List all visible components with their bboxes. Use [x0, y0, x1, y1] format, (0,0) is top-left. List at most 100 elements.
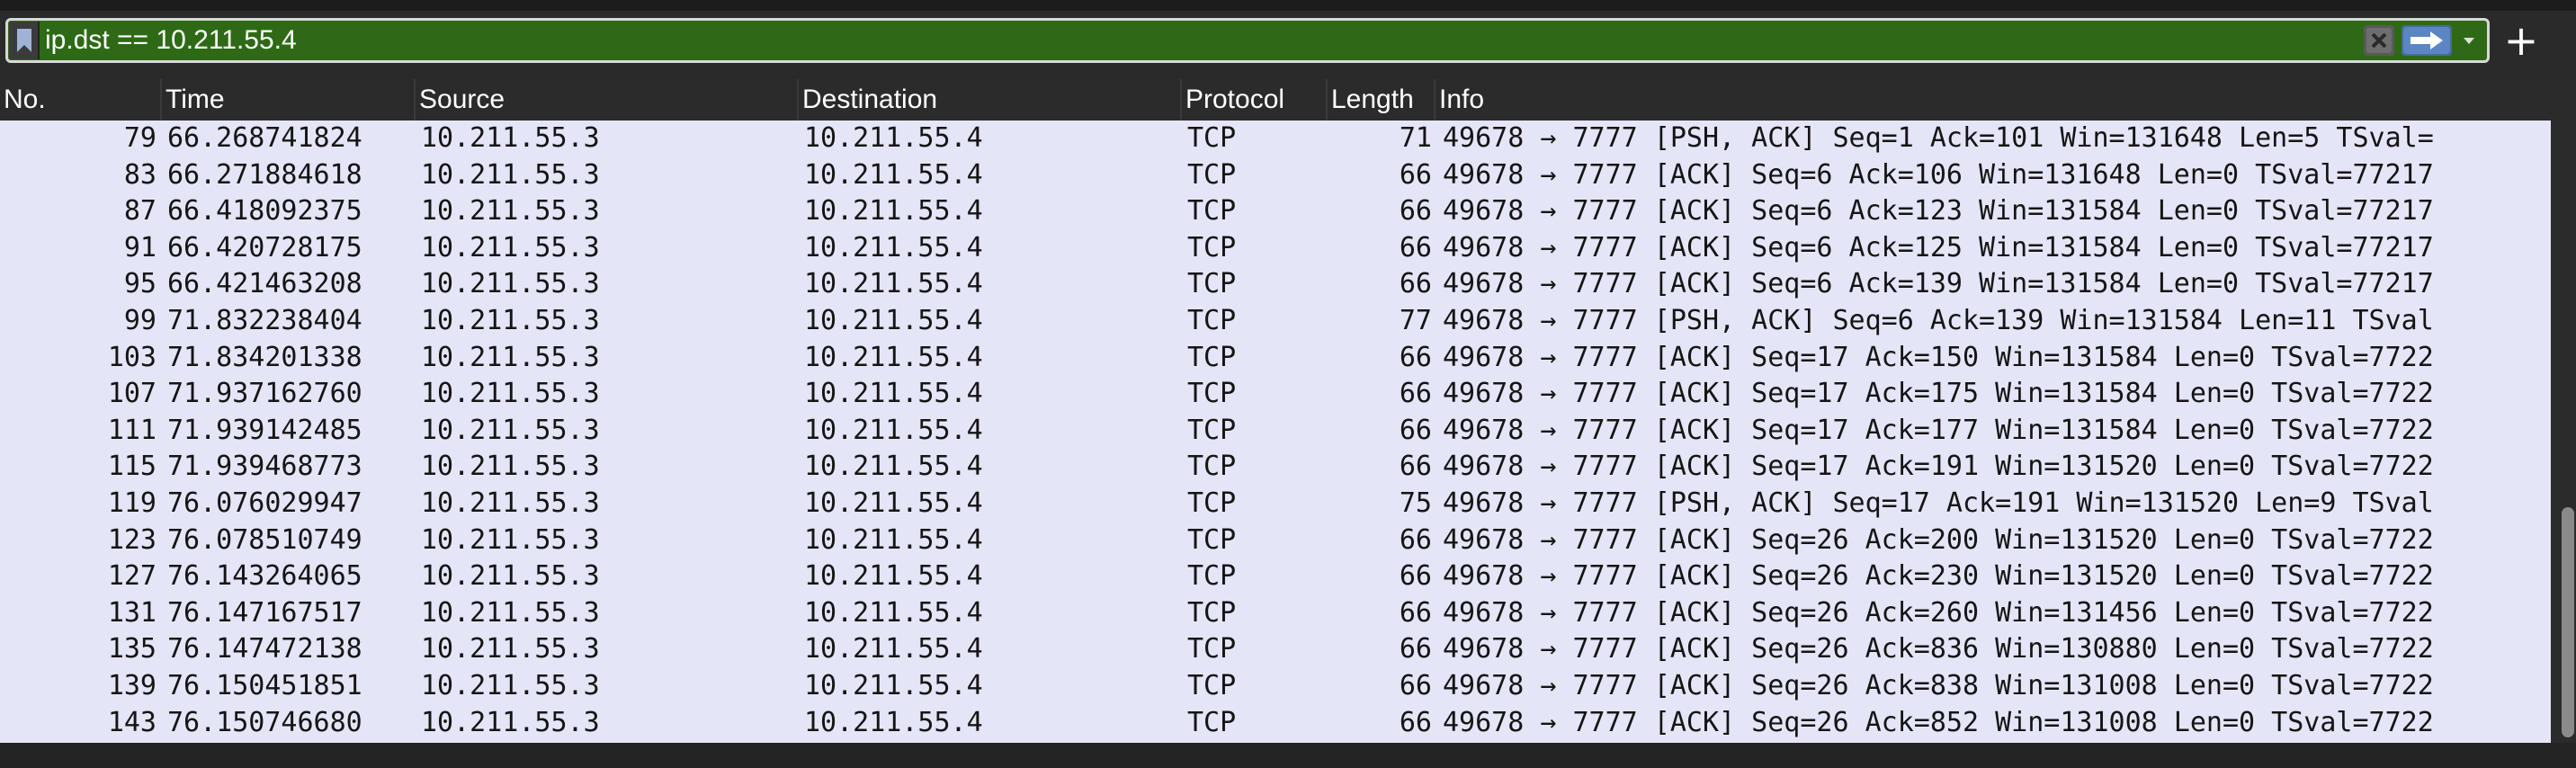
packet-row[interactable]: 135 76.147472138 10.211.55.3 10.211.55.4 TCP…: [0, 631, 2551, 668]
cell-destination: 10.211.55.4: [804, 231, 983, 263]
packet-row[interactable]: 103 71.834201338 10.211.55.3 10.211.55.4 TCP…: [0, 340, 2551, 377]
cell-protocol: TCP: [1187, 195, 1237, 228]
cell-time: 71.834201338: [167, 341, 362, 373]
packet-row[interactable]: 123 76.078510749 10.211.55.3 10.211.55.4 TCP…: [0, 522, 2551, 559]
add-filter-button[interactable]: +: [2499, 18, 2544, 63]
cell-source: 10.211.55.3: [421, 596, 600, 629]
packet-row[interactable]: 79 66.268741824 10.211.55.3 10.211.55.4 TCP 7…: [0, 121, 2551, 157]
cell-destination: 10.211.55.4: [804, 341, 983, 373]
cell-no: 115: [107, 451, 157, 483]
cell-protocol: TCP: [1187, 596, 1237, 629]
cell-source: 10.211.55.3: [421, 414, 600, 446]
cell-destination: 10.211.55.4: [804, 414, 983, 446]
cell-protocol: TCP: [1187, 451, 1237, 483]
cell-source: 10.211.55.3: [421, 158, 600, 191]
packet-row[interactable]: 95 66.421463208 10.211.55.3 10.211.55.4 TCP 6…: [0, 266, 2551, 303]
cell-source: 10.211.55.3: [421, 706, 600, 738]
cell-length: 66: [1399, 231, 1432, 263]
cell-time: 66.268741824: [167, 122, 362, 154]
cell-source: 10.211.55.3: [421, 231, 600, 263]
cell-length: 66: [1399, 523, 1432, 556]
cell-destination: 10.211.55.4: [804, 633, 983, 665]
cell-length: 77: [1399, 305, 1432, 336]
column-header-time[interactable]: Time: [162, 79, 416, 121]
column-header-protocol[interactable]: Protocol: [1182, 79, 1328, 121]
clear-filter-button[interactable]: [2364, 25, 2394, 56]
cell-protocol: TCP: [1187, 523, 1237, 556]
packet-row[interactable]: 115 71.939468773 10.211.55.3 10.211.55.4 TCP…: [0, 449, 2551, 486]
chevron-down-icon: [2464, 38, 2474, 44]
packet-row[interactable]: 99 71.832238404 10.211.55.3 10.211.55.4 TCP 7…: [0, 303, 2551, 340]
cell-protocol: TCP: [1187, 122, 1237, 154]
cell-length: 71: [1399, 122, 1432, 154]
cell-no: 103: [107, 341, 157, 373]
cell-protocol: TCP: [1187, 487, 1237, 519]
packet-row[interactable]: 143 76.150746680 10.211.55.3 10.211.55.4 TCP…: [0, 705, 2551, 742]
cell-time: 71.937162760: [167, 378, 362, 410]
cell-protocol: TCP: [1187, 231, 1237, 263]
cell-source: 10.211.55.3: [421, 268, 600, 300]
cell-length: 66: [1399, 706, 1432, 738]
cell-info: 49678 → 7777 [ACK] Seq=6 Ack=139 Win=131…: [1443, 268, 2434, 300]
cell-source: 10.211.55.3: [421, 487, 600, 519]
packet-row[interactable]: 131 76.147167517 10.211.55.3 10.211.55.4 TCP…: [0, 595, 2551, 632]
packet-list[interactable]: 79 66.268741824 10.211.55.3 10.211.55.4 TCP 7…: [0, 121, 2551, 743]
cell-protocol: TCP: [1187, 560, 1237, 593]
cell-protocol: TCP: [1187, 378, 1237, 410]
cell-destination: 10.211.55.4: [804, 195, 983, 228]
filter-history-dropdown[interactable]: [2455, 25, 2482, 56]
cell-no: 135: [107, 633, 157, 665]
packet-row[interactable]: 87 66.418092375 10.211.55.3 10.211.55.4 TCP 6…: [0, 193, 2551, 230]
cell-no: 111: [107, 414, 157, 446]
cell-info: 49678 → 7777 [PSH, ACK] Seq=6 Ack=139 Wi…: [1443, 305, 2434, 336]
packet-row[interactable]: 127 76.143264065 10.211.55.3 10.211.55.4 TCP…: [0, 558, 2551, 595]
cell-source: 10.211.55.3: [421, 378, 600, 410]
cell-no: 131: [107, 596, 157, 629]
cell-info: 49678 → 7777 [ACK] Seq=6 Ack=123 Win=131…: [1443, 195, 2434, 228]
cell-source: 10.211.55.3: [421, 633, 600, 665]
packet-list-header: No. Time Source Destination Protocol Len…: [0, 79, 2576, 121]
cell-source: 10.211.55.3: [421, 560, 600, 593]
packet-row[interactable]: 119 76.076029947 10.211.55.3 10.211.55.4 TCP…: [0, 486, 2551, 522]
cell-no: 123: [107, 523, 157, 556]
cell-no: 95: [123, 268, 157, 300]
cell-protocol: TCP: [1187, 414, 1237, 446]
cell-info: 49678 → 7777 [ACK] Seq=17 Ack=175 Win=13…: [1443, 378, 2434, 410]
cell-protocol: TCP: [1187, 633, 1237, 665]
cell-length: 66: [1399, 560, 1432, 593]
packet-row[interactable]: 91 66.420728175 10.211.55.3 10.211.55.4 TCP 6…: [0, 230, 2551, 267]
cell-length: 66: [1399, 341, 1432, 373]
column-header-source[interactable]: Source: [416, 79, 799, 121]
packet-row[interactable]: 111 71.939142485 10.211.55.3 10.211.55.4 TCP…: [0, 413, 2551, 450]
cell-length: 66: [1399, 670, 1432, 701]
packet-row[interactable]: 107 71.937162760 10.211.55.3 10.211.55.4 TCP…: [0, 376, 2551, 413]
cell-time: 66.418092375: [167, 195, 362, 228]
cell-info: 49678 → 7777 [ACK] Seq=17 Ack=177 Win=13…: [1443, 414, 2434, 446]
column-header-destination[interactable]: Destination: [799, 79, 1182, 121]
cell-no: 99: [123, 305, 157, 336]
column-header-length[interactable]: Length: [1328, 79, 1436, 121]
column-header-info[interactable]: Info: [1436, 79, 2576, 121]
column-header-no[interactable]: No.: [0, 79, 162, 121]
cell-info: 49678 → 7777 [ACK] Seq=26 Ack=838 Win=13…: [1443, 670, 2434, 701]
cell-time: 76.076029947: [167, 487, 362, 519]
scrollbar-thumb[interactable]: [2562, 507, 2574, 737]
cell-destination: 10.211.55.4: [804, 487, 983, 519]
cell-destination: 10.211.55.4: [804, 122, 983, 154]
packet-row[interactable]: 83 66.271884618 10.211.55.3 10.211.55.4 TCP 6…: [0, 157, 2551, 194]
display-filter-input-frame[interactable]: [5, 18, 2490, 63]
cell-protocol: TCP: [1187, 670, 1237, 701]
cell-time: 76.150451851: [167, 670, 362, 701]
cell-length: 66: [1399, 378, 1432, 410]
cell-protocol: TCP: [1187, 158, 1237, 191]
cell-length: 66: [1399, 195, 1432, 228]
bottom-border: [0, 743, 2576, 768]
cell-time: 76.147167517: [167, 596, 362, 629]
packet-row[interactable]: 139 76.150451851 10.211.55.3 10.211.55.4 TCP…: [0, 668, 2551, 705]
apply-filter-button[interactable]: [2402, 25, 2452, 56]
cell-info: 49678 → 7777 [ACK] Seq=17 Ack=191 Win=13…: [1443, 451, 2434, 483]
cell-info: 49678 → 7777 [ACK] Seq=17 Ack=150 Win=13…: [1443, 341, 2434, 373]
display-filter-input[interactable]: ip.dst == 10.211.55.4: [45, 22, 297, 59]
filter-bookmark-button[interactable]: [9, 22, 40, 59]
cell-time: 66.420728175: [167, 231, 362, 263]
